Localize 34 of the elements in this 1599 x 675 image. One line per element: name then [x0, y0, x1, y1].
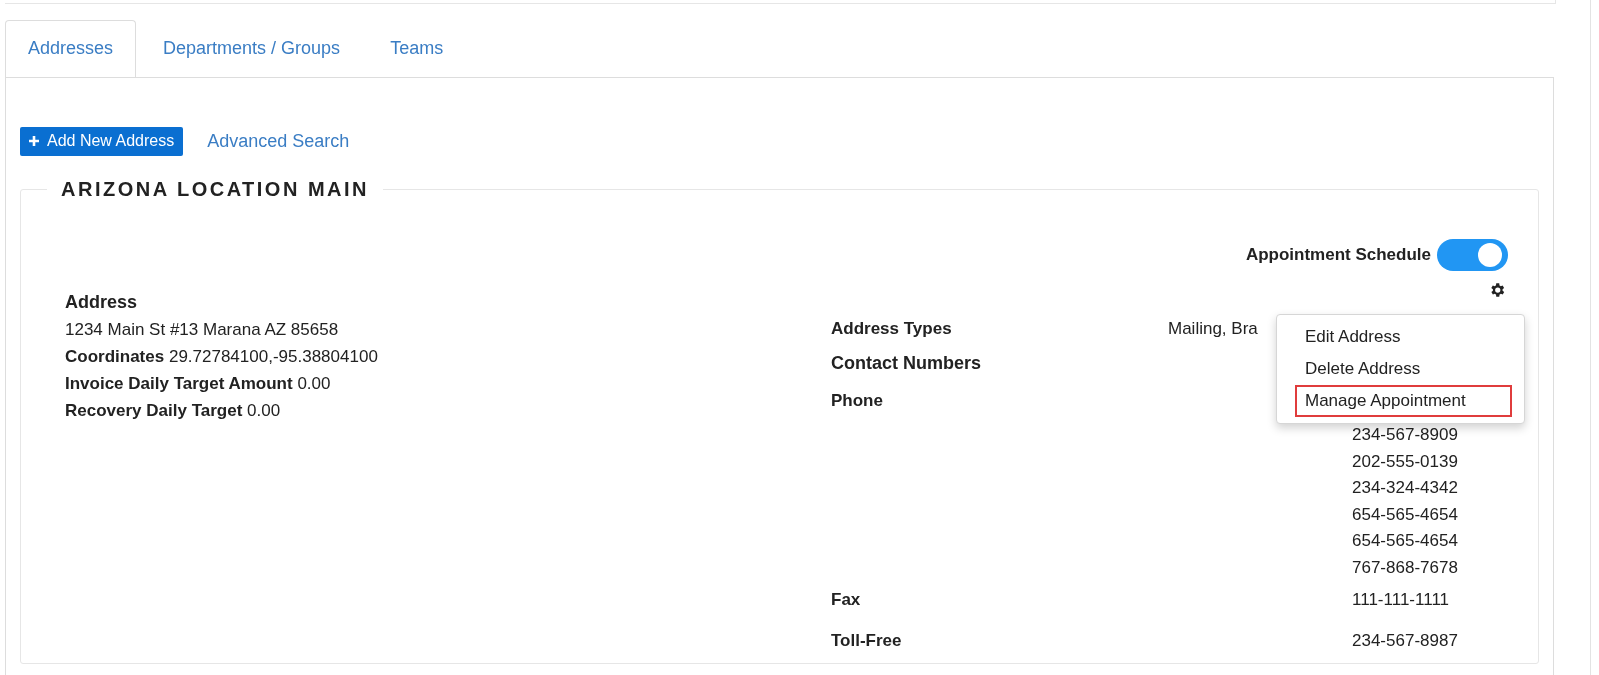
menu-item[interactable]: Edit Address: [1295, 321, 1512, 353]
field-label: Coordinates: [65, 347, 165, 366]
tab[interactable]: Departments / Groups: [140, 20, 364, 77]
field-value: 0.00: [297, 374, 331, 393]
address-line: 1234 Main St #13 Marana AZ 85658: [65, 319, 340, 341]
field-label: Address Types: [831, 319, 953, 339]
field-label: Fax: [831, 589, 862, 611]
section-heading: Address: [65, 291, 139, 314]
field-label: Invoice Daily Target Amount: [65, 374, 293, 393]
advanced-search-link[interactable]: Advanced Search: [207, 131, 350, 152]
phone-number: 654-565-4654: [1352, 530, 1458, 552]
phone-number: 234-567-8987: [1352, 629, 1458, 652]
phone-number: 654-565-4654: [1352, 503, 1458, 526]
field-label: Recovery Daily Target: [65, 401, 243, 420]
add-address-button[interactable]: Add New Address: [20, 127, 184, 156]
phone-number: 767-868-7678: [1352, 556, 1458, 579]
toggle-switch[interactable]: [1437, 239, 1508, 271]
tab[interactable]: Addresses: [5, 20, 137, 77]
field-value: 29.72784100,-95.38804100: [168, 347, 378, 366]
phone-number: 111-111-1111: [1352, 589, 1451, 611]
section-heading: Contact Numbers: [831, 353, 982, 374]
menu-item[interactable]: Delete Address: [1295, 353, 1512, 385]
field-value: Mailing, Bra: [1168, 319, 1258, 338]
location-title: ARIZONA LOCATION MAIN: [60, 178, 371, 201]
tab[interactable]: Teams: [367, 20, 467, 77]
phone-number: 202-555-0139: [1352, 450, 1458, 473]
phone-number: 234-567-8909: [1352, 424, 1458, 446]
phone-number: 234-324-4342: [1352, 477, 1458, 499]
field-label: Phone: [831, 390, 884, 412]
field-value: 0.00: [247, 401, 281, 420]
plus-icon: [28, 135, 40, 147]
menu-item[interactable]: Manage Appointment: [1295, 385, 1512, 417]
toggle-label: Appointment Schedule: [1245, 245, 1431, 265]
field-label: Toll-Free: [831, 629, 903, 652]
